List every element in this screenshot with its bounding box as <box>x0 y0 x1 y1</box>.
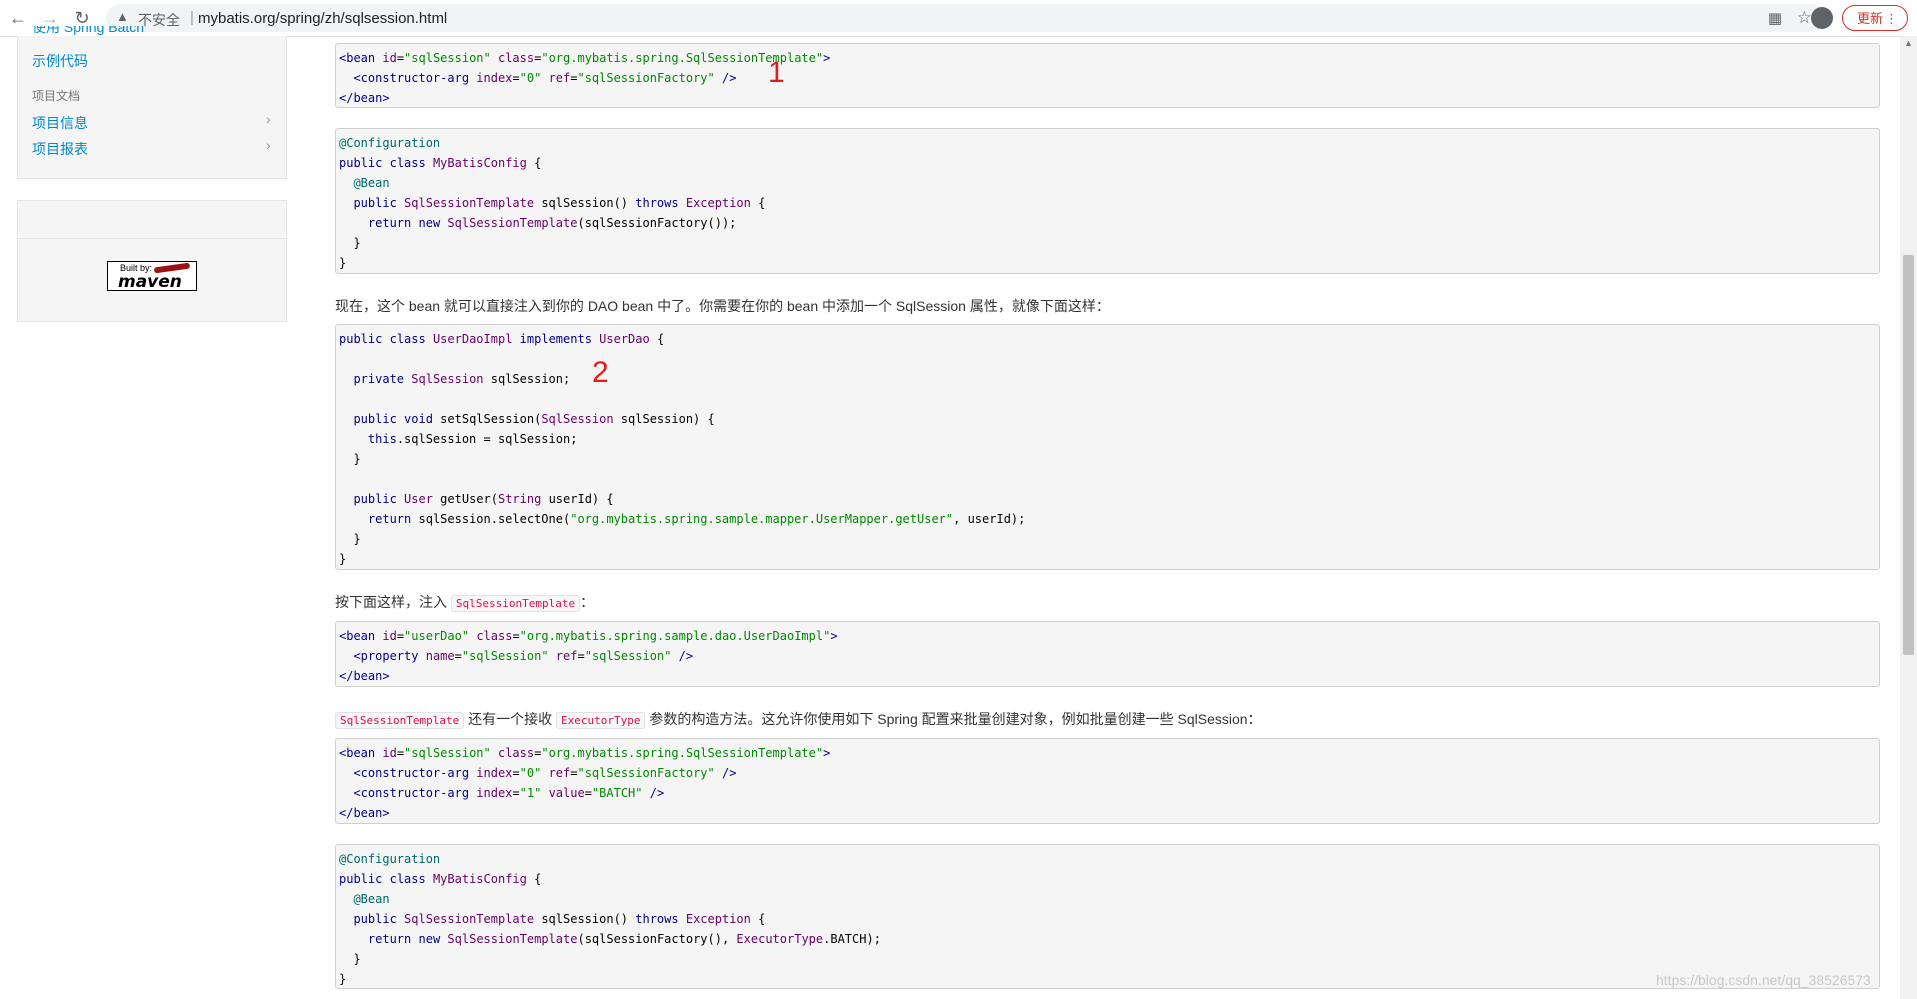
code-line: <property name="sqlSession" ref="sqlSess… <box>353 649 694 663</box>
scroll-up-icon[interactable]: ▲ <box>1902 38 1915 50</box>
browser-toolbar: ← → ↻ ▲ 不安全 | mybatis.org/spring/zh/sqls… <box>0 0 1917 37</box>
address-separator: | <box>190 9 194 26</box>
code-block-xml-batch[interactable]: <bean id="sqlSession" class="org.mybatis… <box>335 738 1880 824</box>
code-line: <constructor-arg index="0" ref="sqlSessi… <box>353 766 737 780</box>
code-line: </bean> <box>339 806 390 820</box>
menu-dots-icon: ⋮ <box>1885 11 1898 26</box>
code-line: public SqlSessionTemplate sqlSession() t… <box>353 912 766 926</box>
address-bar[interactable]: ▲ 不安全 | mybatis.org/spring/zh/sqlsession… <box>106 4 1826 32</box>
qr-code-icon[interactable]: ▦ <box>1768 9 1782 27</box>
para2-prefix: 按下面这样，注入 <box>335 594 447 610</box>
update-button[interactable]: 更新 ⋮ <box>1842 5 1908 31</box>
update-label: 更新 <box>1857 11 1884 26</box>
code-line: } <box>339 532 361 546</box>
sidebar-header-project-docs: 项目文档 <box>32 89 81 103</box>
annotation-marker-1: 1 <box>768 56 785 89</box>
maven-badge-word: maven <box>118 272 182 292</box>
code-line: </bean> <box>339 669 390 683</box>
bookmark-star-icon[interactable]: ☆ <box>1797 8 1812 28</box>
code-line: public SqlSessionTemplate sqlSession() t… <box>353 196 766 210</box>
paragraph-inject-template: 按下面这样，注入 SqlSessionTemplate： <box>335 592 594 612</box>
code-line: @Bean <box>353 892 390 906</box>
inline-code-sqlsessiontemplate: SqlSessionTemplate <box>450 595 581 612</box>
paragraph-inject-dao: 现在，这个 bean 就可以直接注入到你的 DAO bean 中了。你需要在你的… <box>335 298 1110 314</box>
para3-mid: 还有一个接收 <box>468 711 553 727</box>
code-line: </bean> <box>339 91 390 105</box>
sidebar-item-project-info[interactable]: 项目信息 <box>32 113 88 133</box>
code-line: } <box>339 236 361 250</box>
code-line: this.sqlSession = sqlSession; <box>367 432 578 446</box>
code-block-java-batch-config[interactable]: @Configuration public class MyBatisConfi… <box>335 844 1880 989</box>
code-line: return new SqlSessionTemplate(sqlSession… <box>367 216 737 230</box>
code-line: @Bean <box>353 176 390 190</box>
inline-code-executortype: ExecutorType <box>556 712 646 729</box>
code-line: <constructor-arg index="0" ref="sqlSessi… <box>353 71 737 85</box>
profile-avatar[interactable] <box>1811 7 1833 29</box>
chevron-right-icon: › <box>266 111 271 127</box>
code-line: @Configuration <box>339 852 441 866</box>
watermark-text: https://blog.csdn.net/qq_38526573 <box>1656 972 1871 988</box>
scrollbar-thumb[interactable] <box>1903 255 1914 655</box>
code-line: public class MyBatisConfig { <box>339 156 542 170</box>
para2-suffix: ： <box>580 594 595 610</box>
code-line: } <box>339 452 361 466</box>
back-icon[interactable]: ← <box>6 6 30 30</box>
code-block-java-userdao[interactable]: public class UserDaoImpl implements User… <box>335 324 1880 570</box>
code-line: public class UserDaoImpl implements User… <box>339 332 665 346</box>
code-block-xml-sqlsession[interactable]: <bean id="sqlSession" class="org.mybatis… <box>335 43 1880 108</box>
chevron-right-icon: › <box>266 137 271 153</box>
code-line: } <box>339 552 347 566</box>
code-line: public class MyBatisConfig { <box>339 872 542 886</box>
code-line: <bean id="sqlSession" class="org.mybatis… <box>339 746 831 760</box>
code-line: <constructor-arg index="1" value="BATCH"… <box>353 786 665 800</box>
annotation-marker-2: 2 <box>592 356 609 389</box>
built-by-panel: Built by: maven <box>17 200 287 322</box>
code-line: } <box>339 952 361 966</box>
code-block-java-config[interactable]: @Configuration public class MyBatisConfi… <box>335 128 1880 274</box>
maven-logo[interactable]: Built by: maven <box>107 261 197 292</box>
paragraph-executor-type: SqlSessionTemplate 还有一个接收 ExecutorType 参… <box>335 709 1262 729</box>
code-line: } <box>339 256 347 270</box>
code-block-xml-userdao[interactable]: <bean id="userDao" class="org.mybatis.sp… <box>335 621 1880 687</box>
code-line: public void setSqlSession(SqlSession sql… <box>353 412 715 426</box>
code-line: <bean id="sqlSession" class="org.mybatis… <box>339 51 831 65</box>
code-line: private SqlSession sqlSession; <box>353 372 571 386</box>
insecure-label[interactable]: 不安全 <box>138 10 180 30</box>
inline-code-sqlsessiontemplate: SqlSessionTemplate <box>335 712 465 729</box>
sidebar-item-examples[interactable]: 示例代码 <box>32 51 88 71</box>
code-line: @Configuration <box>339 136 441 150</box>
warning-icon[interactable]: ▲ <box>116 9 129 24</box>
code-line: return new SqlSessionTemplate(sqlSession… <box>367 932 881 946</box>
panel-divider <box>18 238 286 239</box>
code-line: <bean id="userDao" class="org.mybatis.sp… <box>339 629 838 643</box>
code-line: return sqlSession.selectOne("org.mybatis… <box>367 512 1026 526</box>
url-text[interactable]: mybatis.org/spring/zh/sqlsession.html <box>198 10 447 27</box>
sidebar-item-project-reports[interactable]: 项目报表 <box>32 139 88 159</box>
code-line: } <box>339 972 347 986</box>
para3-suffix: 参数的构造方法。这允许你使用如下 Spring 配置来批量创建对象，例如批量创建… <box>649 711 1262 727</box>
sidebar-item-spring-batch[interactable]: 使用 Spring Batch <box>32 26 144 38</box>
code-line: public User getUser(String userId) { <box>353 492 614 506</box>
